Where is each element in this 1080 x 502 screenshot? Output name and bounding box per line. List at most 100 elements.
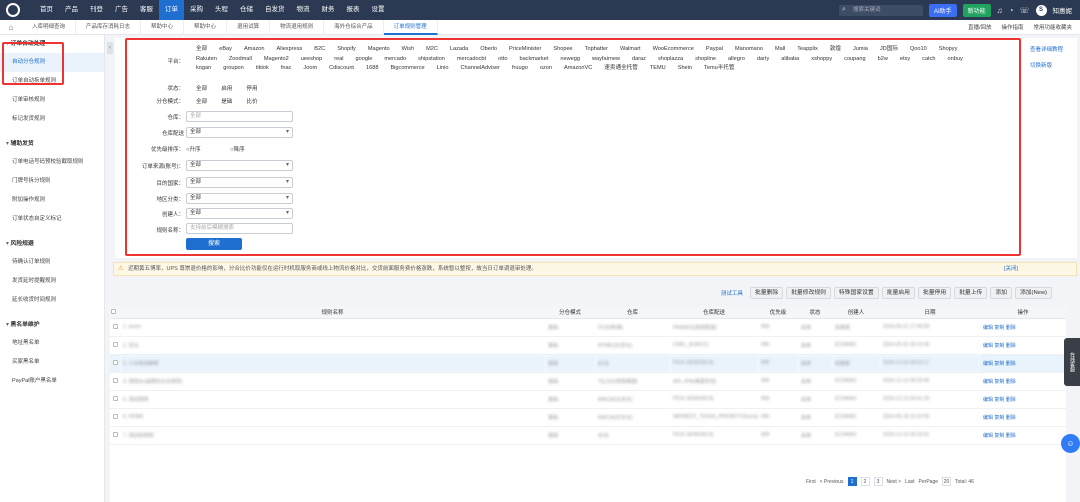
status-option[interactable]: 停用	[246, 86, 257, 92]
per-page-input[interactable]: 20	[942, 477, 952, 486]
platform-option[interactable]: Manomano	[735, 45, 763, 55]
platform-option[interactable]: Cdiscount	[329, 64, 354, 74]
toolbar-button[interactable]: 批量启用	[881, 287, 915, 299]
edit-copy-delete-links[interactable]: 编辑 复制 删除	[983, 415, 1016, 421]
mode-option[interactable]: 是础	[221, 99, 232, 105]
creator-select[interactable]: 全部	[186, 208, 293, 219]
toolbar-button[interactable]: 批量删除	[749, 287, 784, 299]
platform-option[interactable]: Aliexpress	[276, 45, 302, 55]
region-select[interactable]: 全部	[186, 193, 293, 204]
row-checkbox[interactable]	[110, 390, 120, 409]
row-checkbox[interactable]	[110, 336, 120, 355]
platform-option[interactable]: google	[356, 55, 373, 65]
row-checkbox[interactable]	[110, 354, 120, 373]
platform-option[interactable]: Tophatter	[585, 45, 608, 55]
platform-option[interactable]: Joom	[303, 64, 317, 74]
table-row[interactable]: 2. 空白 基础 BYNBJ(北京仓) CNEL_BJ(NC2) 999 启用 ECHANG…	[110, 336, 1066, 355]
status-option[interactable]: 全部	[196, 86, 207, 92]
platform-option[interactable]: Lazada	[450, 45, 468, 55]
priority-desc-radio[interactable]: ○降序	[230, 147, 259, 153]
row-checkbox[interactable]	[110, 372, 120, 391]
last-page-link[interactable]: Last	[905, 479, 914, 485]
platform-option[interactable]: tiktok	[256, 64, 269, 74]
platform-option[interactable]: b2w	[878, 55, 888, 65]
mode-option[interactable]: 比价	[246, 99, 257, 105]
new-features-button[interactable]: 新功能	[962, 3, 991, 17]
platform-option[interactable]: backmarket	[519, 55, 548, 65]
test-tool-link[interactable]: 测试工具	[721, 289, 743, 297]
sidebar-item[interactable]: 地址黑名单	[0, 334, 104, 353]
row-actions[interactable]: 编辑 复制 删除	[980, 372, 1066, 391]
nav-item[interactable]: 采购	[184, 0, 209, 20]
sidebar-item[interactable]: 订单状态自定义标记	[0, 210, 104, 229]
platform-option[interactable]: xshoppy	[811, 55, 832, 65]
sidebar-item[interactable]: 附加操作规则	[0, 191, 104, 210]
sidebar-group-title[interactable]: 黑名单维护	[0, 316, 104, 334]
warehouse-config-select[interactable]: 全部	[186, 127, 293, 138]
platform-option[interactable]: Bigcommerce	[390, 64, 424, 74]
sidebar-item[interactable]: 订单电话号码预校验截取规则	[0, 153, 104, 172]
platform-option[interactable]: catch	[922, 55, 935, 65]
platform-option[interactable]: alibaba	[781, 55, 799, 65]
edit-copy-delete-links[interactable]: 编辑 复制 删除	[983, 379, 1016, 385]
platform-option[interactable]: B2C	[314, 45, 325, 55]
toolbar-button[interactable]: 批量停用	[917, 287, 952, 299]
source-select[interactable]: 全部	[186, 160, 293, 171]
row-actions[interactable]: 编辑 复制 删除	[980, 426, 1066, 445]
tab[interactable]: 订单规则管理	[383, 19, 438, 35]
table-row[interactable]: 4. 规则(bu退费的分合规则) 基础 YQ-DG(常规美国) APL.#PA(美国专…	[110, 372, 1066, 391]
platform-option[interactable]: JD国际	[880, 45, 898, 55]
sidebar-group-title[interactable]: 风险规避	[0, 235, 104, 253]
platform-option[interactable]: Qoo10	[910, 45, 927, 55]
total-count[interactable]: Total: 46	[955, 479, 974, 485]
row-actions[interactable]: 编辑 复制 删除	[980, 390, 1066, 409]
platform-option[interactable]: shoplazza	[658, 55, 683, 65]
nav-item[interactable]: 产品	[59, 0, 84, 20]
platform-option[interactable]: ozon	[540, 64, 552, 74]
platform-option[interactable]: daraz	[632, 55, 646, 65]
platform-option[interactable]: Linio	[437, 64, 449, 74]
first-page-link[interactable]: First	[806, 479, 816, 485]
headset-icon[interactable]: ☏	[1019, 6, 1029, 15]
nav-item[interactable]: 财务	[316, 0, 341, 20]
platform-option[interactable]: fruugo	[512, 64, 528, 74]
sidebar-item[interactable]: 发货延时提醒规则	[0, 272, 104, 291]
platform-option[interactable]: Wish	[402, 45, 414, 55]
platform-option[interactable]: mercado	[384, 55, 406, 65]
tab[interactable]: 退用试算	[227, 19, 271, 35]
edit-copy-delete-links[interactable]: 编辑 复制 删除	[983, 325, 1016, 331]
platform-option[interactable]: Magento	[368, 45, 390, 55]
select-all-checkbox[interactable]	[110, 306, 120, 319]
live-replay-link[interactable]: 直播/回放	[968, 23, 992, 31]
platform-option[interactable]: onbuy	[948, 55, 963, 65]
platform-option[interactable]: otto	[498, 55, 507, 65]
platform-option[interactable]: Shopyy	[939, 45, 958, 55]
platform-option[interactable]: 1688	[366, 64, 378, 74]
tab[interactable]: 入库明细查询	[22, 19, 77, 35]
username[interactable]: 知惠妮	[1053, 5, 1073, 15]
warehouse-input[interactable]: 全部	[186, 111, 293, 122]
tab[interactable]: 帮助中心	[141, 19, 185, 35]
row-checkbox[interactable]	[110, 426, 120, 445]
nav-item[interactable]: 订单	[159, 0, 184, 20]
global-search-input[interactable]: 搜索关键词	[838, 4, 923, 16]
sidebar-item[interactable]: 买家黑名单	[0, 353, 104, 372]
platform-option[interactable]: coupang	[844, 55, 865, 65]
platform-option[interactable]: Paypal	[706, 45, 723, 55]
platform-option[interactable]: allegro	[728, 55, 745, 65]
platform-option[interactable]: Temu半托管	[704, 64, 734, 74]
nav-item[interactable]: 报表	[341, 0, 366, 20]
platform-option[interactable]: etsy	[900, 55, 910, 65]
row-actions[interactable]: 编辑 复制 删除	[980, 408, 1066, 427]
bell-icon[interactable]: ♫	[997, 6, 1003, 15]
toolbar-button[interactable]: 批量上传	[954, 287, 988, 299]
toolbar-button[interactable]: 添加	[990, 287, 1012, 299]
nav-item[interactable]: 设置	[366, 0, 391, 20]
platform-option[interactable]: Oberlo	[480, 45, 497, 55]
help-icon[interactable]: ◔	[1009, 6, 1014, 15]
nav-item[interactable]: 广告	[109, 0, 134, 20]
platform-option[interactable]: mercadocbt	[457, 55, 486, 65]
row-actions[interactable]: 编辑 复制 删除	[980, 336, 1066, 355]
toolbar-button[interactable]: 特殊国家设置	[833, 287, 879, 299]
platform-option[interactable]: 敦煌	[830, 45, 841, 55]
